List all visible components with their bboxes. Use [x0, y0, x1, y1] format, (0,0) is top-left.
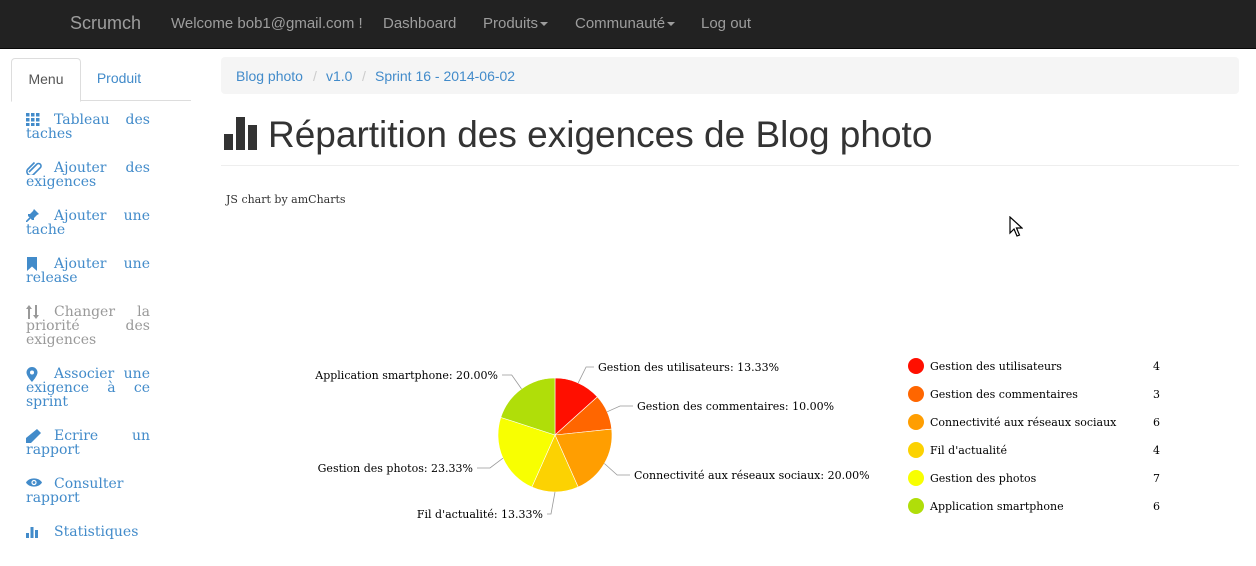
pie-label-connector [547, 491, 556, 515]
legend-value: 3 [1153, 388, 1160, 401]
pie-slice-label: Application smartphone: 20.00% [314, 369, 498, 382]
legend-marker [908, 414, 924, 430]
pie-label-connector [502, 374, 522, 390]
legend-marker [908, 442, 924, 458]
legend-value: 7 [1153, 472, 1160, 485]
legend-label: Gestion des commentaires [930, 388, 1078, 401]
legend-value: 6 [1153, 500, 1160, 513]
legend-label: Gestion des photos [930, 472, 1037, 485]
legend-value: 4 [1153, 360, 1160, 373]
legend-label: Application smartphone [930, 500, 1064, 513]
legend-marker [908, 386, 924, 402]
pie-slice-label: Fil d'actualité: 13.33% [417, 508, 543, 521]
legend-marker [908, 470, 924, 486]
legend-marker [908, 498, 924, 514]
pie-slice-label: Gestion des commentaires: 10.00% [637, 400, 834, 413]
pie-slice-label: Gestion des photos: 23.33% [318, 462, 473, 475]
legend-item[interactable]: Fil d'actualité 4 [906, 441, 1166, 461]
legend-item[interactable]: Gestion des utilisateurs 4 [906, 357, 1166, 377]
legend-item[interactable]: Gestion des commentaires 3 [906, 385, 1166, 405]
pie-label-connector [604, 463, 630, 476]
legend-value: 6 [1153, 416, 1160, 429]
legend-value: 4 [1153, 444, 1160, 457]
legend-label: Gestion des utilisateurs [930, 360, 1062, 373]
legend-label: Connectivité aux réseaux sociaux [930, 416, 1117, 429]
pie-label-connector [477, 457, 504, 469]
legend-item[interactable]: Gestion des photos 7 [906, 469, 1166, 489]
pie-label-connector [577, 366, 594, 384]
legend-marker [908, 358, 924, 374]
pie-label-connector [606, 405, 633, 413]
pie-slice-label: Gestion des utilisateurs: 13.33% [598, 361, 779, 374]
legend-item[interactable]: Application smartphone 6 [906, 497, 1166, 517]
pie-slice-label: Connectivité aux réseaux sociaux: 20.00% [634, 469, 870, 482]
mouse-cursor-icon [1009, 216, 1023, 237]
legend-label: Fil d'actualité [930, 444, 1007, 457]
legend-item[interactable]: Connectivité aux réseaux sociaux 6 [906, 413, 1166, 433]
